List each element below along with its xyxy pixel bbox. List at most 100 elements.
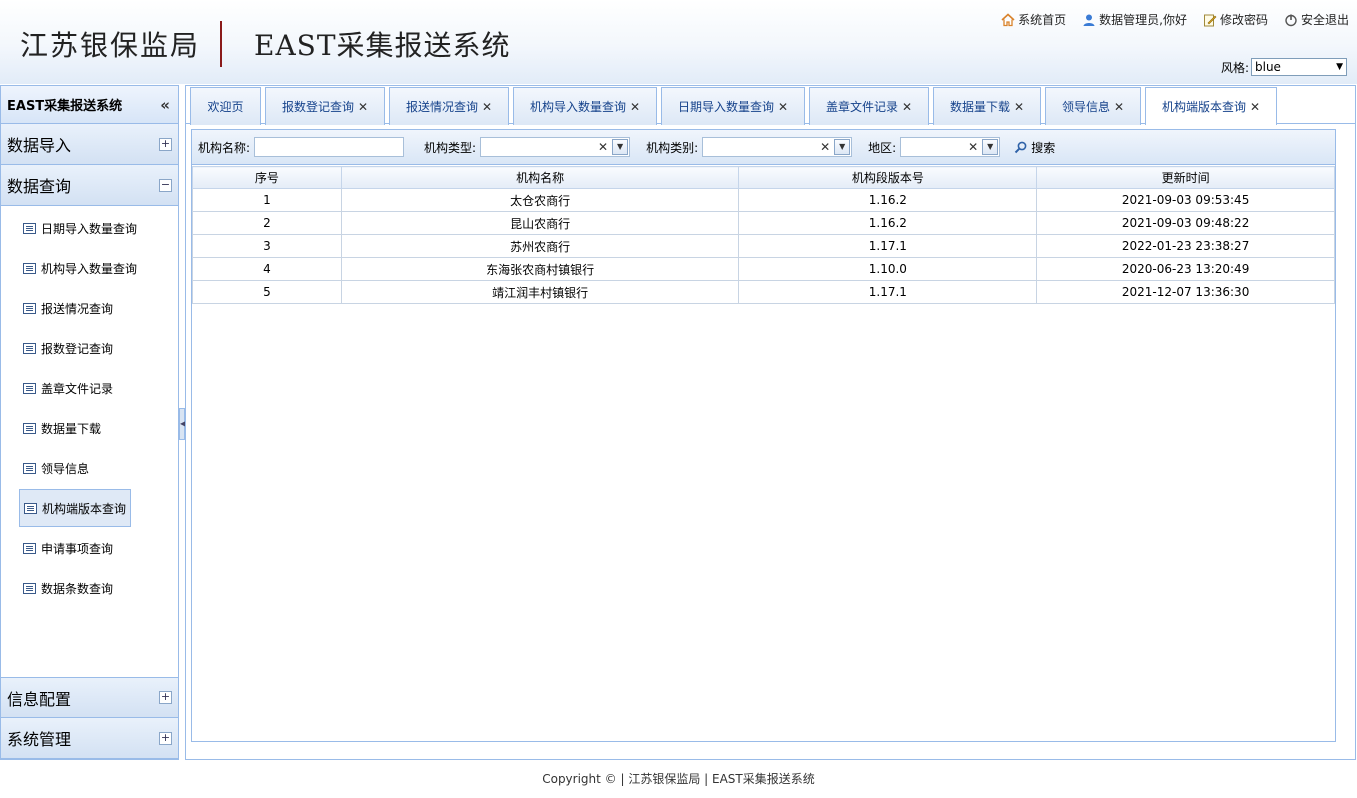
cell-version: 1.17.1 [738,280,1038,304]
chevron-down-icon[interactable]: ▼ [982,139,999,155]
logout-label: 安全退出 [1300,13,1349,27]
table-row[interactable]: 2 昆山农商行 1.16.2 2021-09-03 09:48:22 [192,211,1335,235]
system-title: EAST采集报送系统 [254,29,511,62]
chevron-down-icon[interactable]: ▼ [834,139,851,155]
org-name-input[interactable] [254,137,405,157]
tab-org-import-count[interactable]: 机构导入数量查询 ✕ [513,87,657,125]
org-type-select[interactable]: ✕ ▼ [480,137,631,157]
tab-label: 报数登记查询 [281,100,354,114]
table-row[interactable]: 3 苏州农商行 1.17.1 2022-01-23 23:38:27 [192,234,1335,258]
tab-label: 数据量下载 [949,100,1010,114]
tab-label: 机构端版本查询 [1161,100,1246,114]
logout-link[interactable]: 安全退出 [1284,11,1349,28]
collapse-icon[interactable]: − [159,178,172,192]
expand-icon[interactable]: + [159,691,172,704]
query-menu: 日期导入数量查询 机构导入数量查询 报送情况查询 报数登记查询 盖章文件记录 数… [1,206,178,675]
page-footer: Copyright © | 江苏银保监局 | EAST采集报送系统 [542,772,815,786]
change-password-label: 修改密码 [1219,13,1268,27]
section-data-query[interactable]: 数据查询 − [1,165,178,206]
table-row[interactable]: 5 靖江润丰村镇银行 1.17.1 2021-12-07 13:36:30 [192,280,1335,304]
tab-leader-info[interactable]: 领导信息 ✕ [1045,87,1141,125]
section-system-admin[interactable]: 系统管理 + [1,718,178,759]
column-header[interactable]: 更新时间 [1036,166,1335,189]
sidebar-item-submission-status[interactable]: 报送情况查询 [19,289,117,327]
tab-label: 日期导入数量查询 [677,100,774,114]
tab-label: 机构导入数量查询 [529,100,626,114]
cell-org-name: 昆山农商行 [340,211,740,235]
column-header[interactable]: 序号 [192,166,342,189]
home-link[interactable]: 系统首页 [1001,11,1066,28]
main-panel: 欢迎页 报数登记查询 ✕ 报送情况查询 ✕ 机构导入数量查询 ✕ 日期导入数量查询 ✕ … [185,85,1356,760]
table-row[interactable]: 4 东海张农商村镇银行 1.10.0 2020-06-23 13:20:49 [192,257,1335,281]
sidebar-item-org-import-count[interactable]: 机构导入数量查询 [19,249,141,287]
user-icon [1083,14,1095,26]
home-icon [1001,12,1015,26]
cell-index: 1 [192,188,342,212]
list-icon [23,222,36,234]
sidebar-item-data-download[interactable]: 数据量下载 [19,409,105,447]
style-label: 风格: [1220,60,1249,75]
cell-version: 1.17.1 [738,234,1038,258]
tab-welcome[interactable]: 欢迎页 [190,87,261,125]
org-category-select[interactable]: ✕ ▼ [702,137,853,157]
clear-icon[interactable]: ✕ [820,140,830,154]
column-header[interactable]: 机构段版本号 [738,166,1038,189]
sidebar-item-application-query[interactable]: 申请事项查询 [19,529,117,567]
cell-org-name: 苏州农商行 [340,234,740,258]
sidebar-item-label: 申请事项查询 [41,541,114,556]
expand-icon[interactable]: + [159,137,172,151]
tab-submission-status[interactable]: 报送情况查询 ✕ [389,87,509,125]
cell-index: 2 [192,211,342,235]
edit-icon [1203,14,1217,26]
cell-index: 3 [192,234,342,258]
tab-client-version[interactable]: 机构端版本查询 ✕ [1145,87,1277,125]
close-icon[interactable]: ✕ [482,100,492,114]
column-header[interactable]: 机构名称 [340,166,740,189]
clear-icon[interactable]: ✕ [968,140,978,154]
collapse-sidebar-icon[interactable]: « [160,96,170,114]
chevron-down-icon[interactable]: ▼ [612,139,629,155]
cell-org-name: 靖江润丰村镇银行 [340,280,740,304]
close-icon[interactable]: ✕ [358,100,368,114]
cell-org-name: 东海张农商村镇银行 [340,257,740,281]
close-icon[interactable]: ✕ [1014,100,1024,114]
tab-seal-records[interactable]: 盖章文件记录 ✕ [809,87,929,125]
org-name-label: 机构名称: [198,140,251,155]
list-icon [24,502,37,514]
cell-index: 4 [192,257,342,281]
close-icon[interactable]: ✕ [778,100,788,114]
list-icon [23,582,36,594]
close-icon[interactable]: ✕ [902,100,912,114]
sidebar: EAST采集报送系统 « 数据导入 + 数据查询 − 日期导入数量查询 机构导入… [0,85,179,760]
sidebar-item-record-count[interactable]: 数据条数查询 [19,569,117,607]
tab-report-registration[interactable]: 报数登记查询 ✕ [265,87,385,125]
section-info-config[interactable]: 信息配置 + [1,677,178,718]
sidebar-item-label: 日期导入数量查询 [41,221,138,236]
search-button[interactable]: 搜索 [1014,139,1055,156]
table-row[interactable]: 1 太仓农商行 1.16.2 2021-09-03 09:53:45 [192,188,1335,212]
cell-update-time: 2020-06-23 13:20:49 [1036,257,1335,281]
sidebar-item-leader-info[interactable]: 领导信息 [19,449,93,487]
change-password-link[interactable]: 修改密码 [1203,11,1268,28]
cell-version: 1.10.0 [738,257,1038,281]
sidebar-item-date-import-count[interactable]: 日期导入数量查询 [19,209,141,247]
tab-date-import-count[interactable]: 日期导入数量查询 ✕ [661,87,805,125]
sidebar-item-report-registration[interactable]: 报数登记查询 [19,329,117,367]
tab-data-download[interactable]: 数据量下载 ✕ [933,87,1041,125]
sidebar-item-label: 报数登记查询 [41,341,114,356]
user-greeting[interactable]: 数据管理员,你好 [1082,11,1187,28]
close-icon[interactable]: ✕ [1250,100,1260,114]
clear-icon[interactable]: ✕ [598,140,608,154]
table-header-row: 序号 机构名称 机构段版本号 更新时间 [192,166,1335,189]
region-select[interactable]: ✕ ▼ [900,137,1001,157]
sidebar-item-seal-records[interactable]: 盖章文件记录 [19,369,117,407]
expand-icon[interactable]: + [159,731,172,745]
style-select[interactable]: blue ▼ [1251,58,1347,76]
close-icon[interactable]: ✕ [1114,100,1124,114]
close-icon[interactable]: ✕ [630,100,640,114]
sidebar-item-label: 数据条数查询 [41,581,114,596]
region-label: 地区: [868,140,897,155]
section-data-import[interactable]: 数据导入 + [1,124,178,165]
sidebar-item-client-version[interactable]: 机构端版本查询 [19,489,132,527]
cell-org-name: 太仓农商行 [340,188,740,212]
